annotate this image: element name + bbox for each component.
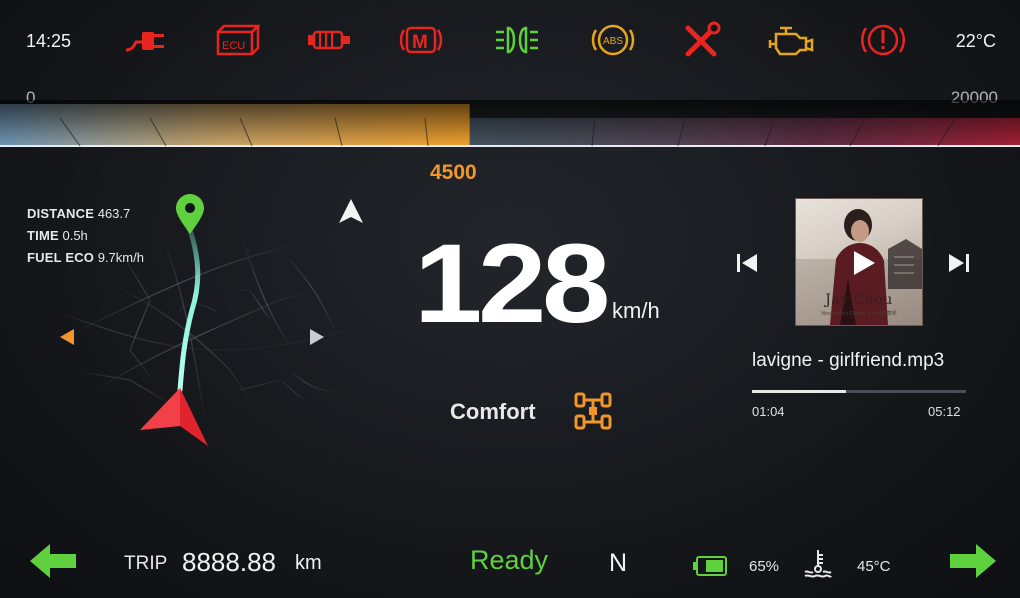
- coolant-temperature-icon: [804, 550, 832, 578]
- drivetrain-icon[interactable]: [572, 390, 614, 432]
- motor-fault-icon: M: [398, 20, 444, 60]
- trip-label: TRIP: [124, 553, 168, 574]
- rpm-value: 4500: [430, 161, 477, 184]
- track-progress-bar[interactable]: [752, 390, 966, 393]
- outside-temperature: 22°C: [955, 31, 996, 51]
- previous-track-button[interactable]: [734, 250, 760, 276]
- dashboard: 14:25 ECU M ABS 22°C 0 20000 4500 DISTAN…: [0, 0, 1020, 598]
- speed-value: 128: [414, 236, 607, 330]
- coolant-temperature: 45°C: [857, 558, 891, 575]
- status-bar: 14:25 ECU M ABS 22°C: [0, 0, 1020, 80]
- map-pan-left-icon[interactable]: [58, 327, 76, 347]
- battery-fault-icon: [306, 20, 352, 60]
- service-wrench-icon: [680, 20, 726, 60]
- gear-indicator: N: [609, 549, 628, 577]
- map-pan-right-icon[interactable]: [308, 327, 326, 347]
- right-turn-signal-icon: [950, 544, 996, 578]
- trip-odometer-value: 8888.88: [182, 547, 276, 577]
- drive-mode-label[interactable]: Comfort: [450, 399, 536, 425]
- clock: 14:25: [26, 31, 72, 51]
- ready-status: Ready: [470, 545, 549, 575]
- total-time: 05:12: [928, 404, 961, 419]
- track-progress-fill: [752, 390, 847, 393]
- navigation-map[interactable]: [40, 190, 380, 460]
- abs-label: ABS: [603, 36, 623, 47]
- left-turn-signal-icon: [30, 544, 76, 578]
- battery-icon: [693, 556, 727, 576]
- ecu-fault-icon: ECU: [214, 20, 262, 60]
- elapsed-time: 01:04: [752, 404, 785, 419]
- trip-unit: km: [295, 552, 322, 574]
- speed-unit: km/h: [612, 298, 660, 323]
- headlight-icon: [494, 20, 540, 60]
- ecu-label: ECU: [222, 40, 245, 52]
- album-subtitle: November's Chopin 十一月的萧邦: [821, 311, 897, 317]
- speed-readout: 128: [414, 236, 610, 330]
- next-track-button[interactable]: [946, 250, 972, 276]
- brake-warning-icon: [860, 20, 906, 60]
- charging-plug-icon: [122, 20, 168, 60]
- album-artist: Jay Chou: [825, 292, 893, 308]
- battery-percent: 65%: [749, 558, 780, 575]
- abs-warning-icon: ABS: [590, 20, 636, 60]
- compass-north-icon[interactable]: [336, 196, 366, 226]
- vehicle-position-icon: [140, 388, 208, 446]
- play-button[interactable]: [848, 248, 878, 278]
- destination-pin-icon: [176, 194, 204, 234]
- track-title: lavigne - girlfriend.mp3: [752, 350, 945, 371]
- motor-label: M: [412, 32, 428, 53]
- rpm-bar: [0, 100, 1020, 147]
- check-engine-icon: [768, 20, 814, 60]
